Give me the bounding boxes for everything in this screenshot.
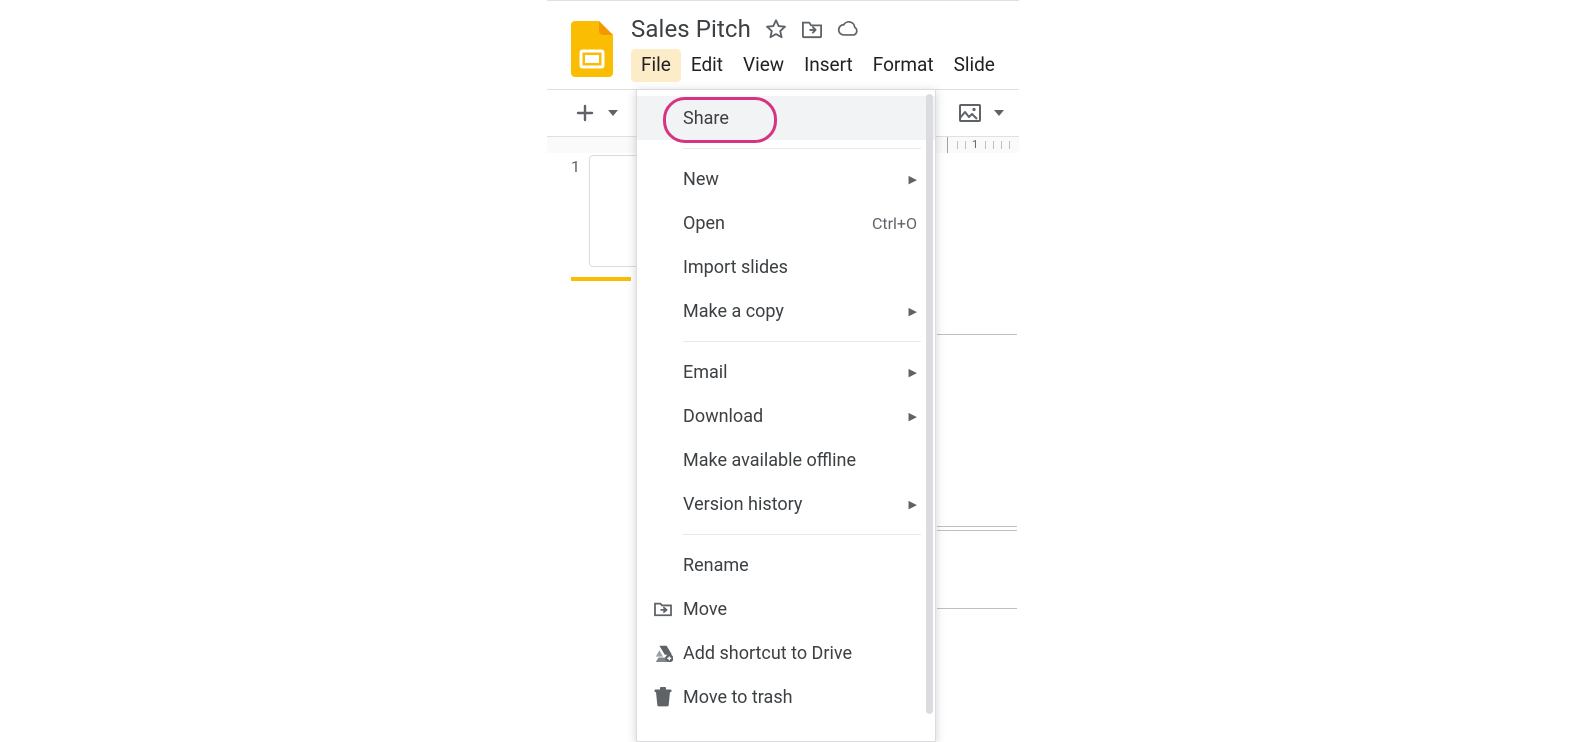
- menu-item-open[interactable]: Open Ctrl+O: [637, 201, 935, 245]
- menu-file[interactable]: File: [631, 49, 681, 82]
- submenu-arrow-icon: ▶: [909, 410, 917, 423]
- shortcut-label: Ctrl+O: [872, 214, 917, 233]
- folder-move-icon: [651, 601, 675, 617]
- slides-app-icon[interactable]: [571, 21, 613, 77]
- separator: [683, 148, 921, 149]
- ruler-tick-1: 1: [972, 138, 978, 151]
- new-slide-button[interactable]: [571, 99, 599, 127]
- separator: [683, 534, 921, 535]
- menu-item-make-a-copy[interactable]: Make a copy ▶: [637, 289, 935, 333]
- trash-icon: [651, 687, 675, 707]
- title-row: Sales Pitch: [631, 15, 1005, 43]
- move-to-folder-icon[interactable]: [801, 18, 823, 40]
- menu-item-new[interactable]: New ▶: [637, 157, 935, 201]
- new-slide-dropdown-icon[interactable]: [605, 110, 621, 116]
- title-area: Sales Pitch: [631, 9, 1005, 89]
- submenu-arrow-icon: ▶: [909, 498, 917, 511]
- menu-item-rename[interactable]: Rename: [637, 543, 935, 587]
- menu-item-add-shortcut[interactable]: Add shortcut to Drive: [637, 631, 935, 675]
- star-icon[interactable]: [765, 18, 787, 40]
- doc-title[interactable]: Sales Pitch: [631, 15, 751, 43]
- drive-shortcut-icon: [651, 644, 675, 662]
- menu-item-move[interactable]: Move: [637, 587, 935, 631]
- menu-item-make-available-offline[interactable]: Make available offline: [637, 438, 935, 482]
- submenu-arrow-icon: ▶: [909, 305, 917, 318]
- header: Sales Pitch: [547, 1, 1019, 89]
- menu-item-move-to-trash[interactable]: Move to trash: [637, 675, 935, 719]
- cloud-status-icon[interactable]: [837, 18, 859, 40]
- menu-item-download[interactable]: Download ▶: [637, 394, 935, 438]
- thumbnail-index: 1: [571, 155, 589, 267]
- submenu-arrow-icon: ▶: [909, 173, 917, 186]
- file-dropdown: Share New ▶ Open Ctrl+O Import slides Ma…: [636, 89, 936, 742]
- menu-format[interactable]: Format: [863, 49, 944, 82]
- dropdown-scrollbar[interactable]: [926, 94, 933, 714]
- menu-slide[interactable]: Slide: [944, 49, 1005, 82]
- menu-item-version-history[interactable]: Version history ▶: [637, 482, 935, 526]
- menu-item-import-slides[interactable]: Import slides: [637, 245, 935, 289]
- app-frame: Sales Pitch: [547, 0, 1019, 742]
- insert-image-button[interactable]: [959, 104, 981, 122]
- menubar: File Edit View Insert Format Slide: [631, 49, 1005, 82]
- menu-item-share[interactable]: Share: [637, 96, 935, 140]
- submenu-arrow-icon: ▶: [909, 366, 917, 379]
- separator: [683, 341, 921, 342]
- menu-item-email[interactable]: Email ▶: [637, 350, 935, 394]
- menu-insert[interactable]: Insert: [794, 49, 863, 82]
- insert-image-dropdown-icon[interactable]: [991, 110, 1007, 116]
- selected-slide-underline: [571, 277, 631, 281]
- menu-view[interactable]: View: [733, 49, 794, 82]
- canvas-edge: [937, 156, 1017, 616]
- menu-edit[interactable]: Edit: [681, 49, 733, 82]
